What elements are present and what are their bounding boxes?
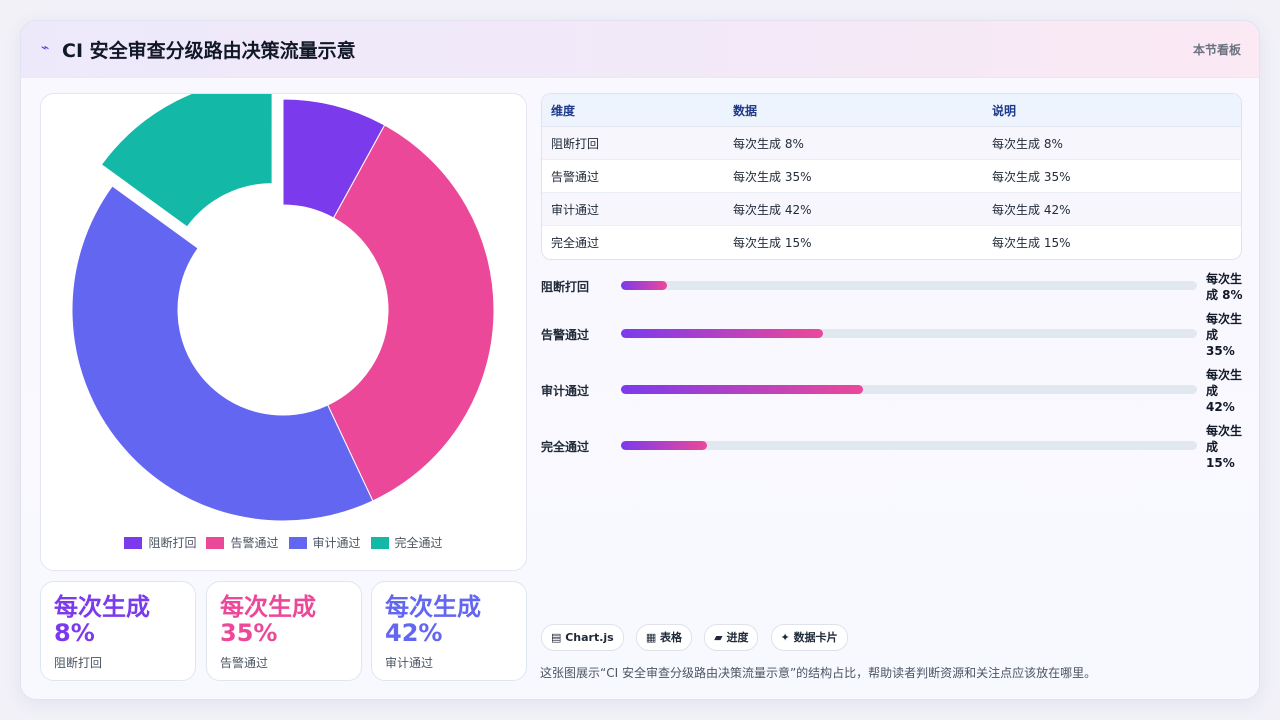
table-cell: 审计通过 xyxy=(542,192,724,226)
bolt-icon: ⌁ xyxy=(41,40,50,56)
progress-value: 每次生成 15% xyxy=(1206,424,1243,470)
progress-row: 告警通过 每次生成 35% xyxy=(541,311,1251,358)
table-cell: 每次生成 15% xyxy=(733,235,812,250)
donut-chart xyxy=(71,94,495,522)
table-cell: 每次生成 15% xyxy=(992,235,1071,250)
kpi-value: 每次生成 42% xyxy=(385,593,481,647)
progress-value: 每次生成 42% xyxy=(1206,368,1243,414)
table-cell: 完全通过 xyxy=(551,235,600,250)
chip-data-card[interactable]: ✦ 数据卡片 xyxy=(770,624,848,651)
table-cell: 阻断打回 xyxy=(542,126,724,160)
progress-row: 完全通过 每次生成 15% xyxy=(541,423,1251,470)
progress-label: 阻断打回 xyxy=(541,280,590,294)
progress-label: 告警通过 xyxy=(541,328,590,342)
table-row: 阻断打回 每次生成 8% 每次生成 8% xyxy=(542,126,1241,160)
donut-slice-3[interactable] xyxy=(71,185,374,522)
legend-item[interactable]: 告警通过 xyxy=(206,534,279,551)
table-cell: 每次生成 35% xyxy=(724,159,983,193)
kpi-value: 每次生成 35% xyxy=(220,593,316,647)
kpi-label: 审计通过 xyxy=(385,656,434,670)
legend-swatch xyxy=(288,537,307,549)
table-cell: 每次生成 8% xyxy=(983,126,1241,160)
chart-legend: 阻断打回 告警通过 审计通过 完全通过 xyxy=(41,534,526,551)
progress-track xyxy=(621,329,1197,338)
legend-label: 审计通过 xyxy=(312,536,361,550)
progress-track xyxy=(621,281,1197,290)
progress-value: 每次生成 35% xyxy=(1206,312,1243,358)
legend-swatch xyxy=(206,537,225,549)
progress-row: 审计通过 每次生成 42% xyxy=(541,367,1251,414)
page-title: CI 安全审查分级路由决策流量示意 xyxy=(62,40,356,62)
header: ⌁ CI 安全审查分级路由决策流量示意 本节看板 xyxy=(21,21,1259,78)
legend-label: 告警通过 xyxy=(230,536,279,550)
legend-label: 完全通过 xyxy=(394,536,443,550)
tech-chips: ▤ Chart.js ▦ 表格 ▰ 进度 ✦ 数据卡片 xyxy=(541,624,855,651)
chip-progress[interactable]: ▰ 进度 xyxy=(704,624,759,651)
kpi-label: 告警通过 xyxy=(220,656,269,670)
progress-fill xyxy=(621,441,708,450)
progress-track xyxy=(621,385,1197,394)
table-row: 审计通过 每次生成 42% 每次生成 42% xyxy=(542,192,1241,226)
donut-chart-panel: 阻断打回 告警通过 审计通过 完全通过 xyxy=(40,93,527,571)
data-table: 维度 数据 说明 阻断打回 每次生成 8% 每次生成 8% 告警通过 每次生成 … xyxy=(541,93,1242,260)
table-header-cell: 数据 xyxy=(724,94,983,127)
legend-item[interactable]: 完全通过 xyxy=(370,534,443,551)
progress-fill xyxy=(621,281,668,290)
header-tag: 本节看板 xyxy=(1192,43,1241,57)
kpi-label: 阻断打回 xyxy=(54,656,103,670)
legend-item[interactable]: 阻断打回 xyxy=(124,534,196,551)
table-header-row: 维度 数据 说明 xyxy=(542,94,1241,127)
table-header-cell: 维度 xyxy=(542,94,724,127)
table-cell: 告警通过 xyxy=(542,159,724,193)
kpi-card: 每次生成 8% 阻断打回 xyxy=(40,581,196,681)
progress-label: 审计通过 xyxy=(541,384,590,398)
table-cell: 每次生成 42% xyxy=(983,192,1241,226)
legend-label: 阻断打回 xyxy=(148,536,197,550)
table-header-cell: 说明 xyxy=(983,94,1241,127)
table-row: 完全通过 每次生成 15% 每次生成 15% xyxy=(542,226,1241,259)
progress-label: 完全通过 xyxy=(541,440,590,454)
dashboard-card: ⌁ CI 安全审查分级路由决策流量示意 本节看板 阻断打回 告警通过 审计通过 完全通… xyxy=(20,20,1260,700)
chip-chartjs[interactable]: ▤ Chart.js xyxy=(541,624,624,651)
table-cell: 每次生成 35% xyxy=(983,159,1241,193)
legend-swatch xyxy=(370,537,389,549)
progress-track xyxy=(621,441,1197,450)
kpi-card: 每次生成 42% 审计通过 xyxy=(371,581,527,681)
table-cell: 每次生成 8% xyxy=(724,126,983,160)
progress-value: 每次生成 8% xyxy=(1206,272,1243,302)
chart-description: 这张图展示“CI 安全审查分级路由决策流量示意”的结构占比，帮助读者判断资源和关… xyxy=(540,666,1097,680)
kpi-value: 每次生成 8% xyxy=(54,593,150,647)
progress-fill xyxy=(621,385,863,394)
kpi-card: 每次生成 35% 告警通过 xyxy=(206,581,362,681)
legend-item[interactable]: 审计通过 xyxy=(288,534,361,551)
progress-fill xyxy=(621,329,823,338)
table-cell: 每次生成 42% xyxy=(724,192,983,226)
legend-swatch xyxy=(124,537,143,549)
progress-row: 阻断打回 每次生成 8% xyxy=(541,271,1251,311)
chip-table[interactable]: ▦ 表格 xyxy=(635,624,693,651)
table-row: 告警通过 每次生成 35% 每次生成 35% xyxy=(542,159,1241,193)
